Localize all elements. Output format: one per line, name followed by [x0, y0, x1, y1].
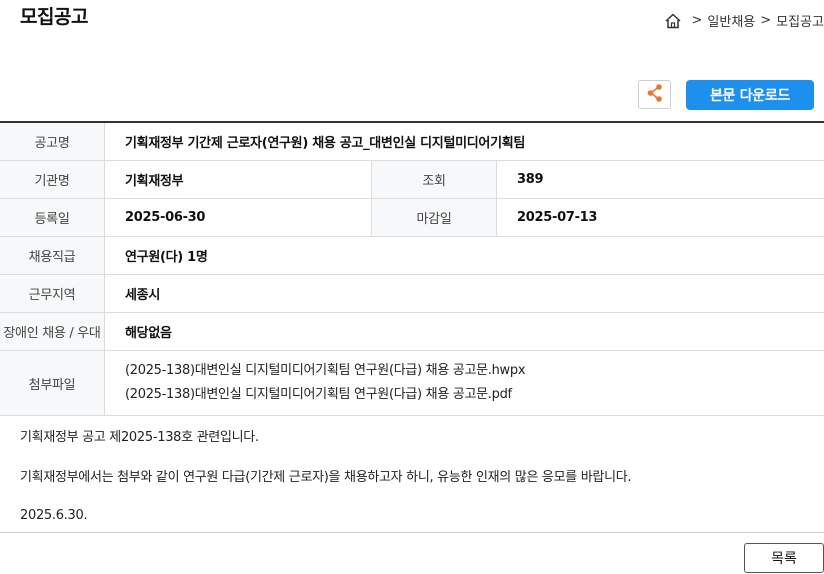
table-row: 등록일 2025-06-30 마감일 2025-07-13 — [0, 198, 824, 237]
attachment-link-hwpx[interactable]: (2025-138)대변인실 디지털미디어기획팀 연구원(다급) 채용 공고문.… — [125, 359, 824, 383]
breadcrumb-separator: > — [760, 13, 772, 28]
breadcrumb-item-recruitment-notice[interactable]: 모집공고 — [776, 11, 824, 30]
share-icon — [646, 83, 664, 107]
body-line-2: 기획재정부에서는 첨부와 같이 연구원 다급(기간제 근로자)을 채용하고자 하… — [20, 470, 632, 485]
location-value: 세종시 — [104, 274, 824, 313]
table-row: 근무지역 세종시 — [0, 274, 824, 313]
position-value: 연구원(다) 1명 — [104, 236, 824, 275]
table-row: 기관명 기획재정부 조회 389 — [0, 160, 824, 199]
list-button[interactable]: 목록 — [744, 543, 824, 573]
body-line-1: 기획재정부 공고 제2025-138호 관련입니다. — [20, 430, 259, 445]
views-label: 조회 — [371, 160, 497, 199]
attachment-list: (2025-138)대변인실 디지털미디어기획팀 연구원(다급) 채용 공고문.… — [104, 350, 824, 416]
table-row: 장애인 채용 / 우대 해당없음 — [0, 312, 824, 351]
title-label: 공고명 — [0, 122, 105, 161]
reg-date-value: 2025-06-30 — [104, 198, 372, 237]
deadline-label: 마감일 — [371, 198, 497, 237]
disability-label: 장애인 채용 / 우대 — [0, 312, 105, 351]
notice-info-table: 공고명 기획재정부 기간제 근로자(연구원) 채용 공고_대변인실 디지털미디어… — [0, 121, 824, 416]
views-value: 389 — [496, 160, 824, 199]
home-icon[interactable] — [664, 12, 682, 30]
body-date: 2025.6.30. — [20, 508, 88, 523]
deadline-value: 2025-07-13 — [496, 198, 824, 237]
attachment-label: 첨부파일 — [0, 350, 105, 416]
org-value: 기획재정부 — [104, 160, 372, 199]
page-title: 모집공고 — [20, 6, 88, 28]
position-label: 채용직급 — [0, 236, 105, 275]
breadcrumb-separator: > — [691, 13, 703, 28]
disability-value: 해당없음 — [104, 312, 824, 351]
table-row: 채용직급 연구원(다) 1명 — [0, 236, 824, 275]
table-row: 첨부파일 (2025-138)대변인실 디지털미디어기획팀 연구원(다급) 채용… — [0, 350, 824, 416]
notice-title: 기획재정부 기간제 근로자(연구원) 채용 공고_대변인실 디지털미디어기획팀 — [104, 122, 824, 161]
divider — [0, 532, 824, 533]
share-button[interactable] — [638, 80, 671, 109]
breadcrumb: > 일반채용 > 모집공고 — [664, 11, 824, 30]
download-body-button[interactable]: 본문 다운로드 — [686, 80, 814, 110]
org-label: 기관명 — [0, 160, 105, 199]
breadcrumb-item-general-hiring[interactable]: 일반채용 — [707, 11, 755, 30]
table-row: 공고명 기획재정부 기간제 근로자(연구원) 채용 공고_대변인실 디지털미디어… — [0, 122, 824, 161]
reg-date-label: 등록일 — [0, 198, 105, 237]
attachment-link-pdf[interactable]: (2025-138)대변인실 디지털미디어기획팀 연구원(다급) 채용 공고문.… — [125, 383, 824, 407]
location-label: 근무지역 — [0, 274, 105, 313]
